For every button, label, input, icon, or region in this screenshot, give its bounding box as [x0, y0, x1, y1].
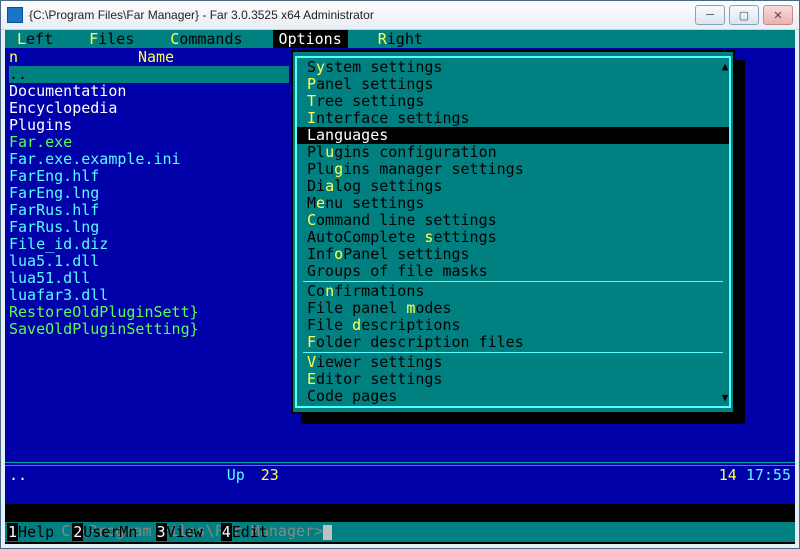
menu-item[interactable]: File panel modes: [297, 300, 729, 317]
file-row[interactable]: luafar3.dll: [9, 287, 289, 304]
current-item: ..: [9, 466, 33, 484]
file-row[interactable]: FarEng.hlf: [9, 168, 289, 185]
window-chrome: {C:\Program Files\Far Manager} - Far 3.0…: [0, 0, 800, 549]
menu-item[interactable]: Plugins configuration: [297, 144, 729, 161]
menu-item[interactable]: System settings: [297, 59, 729, 76]
menu-options[interactable]: Options: [273, 30, 348, 48]
file-row[interactable]: Documentation: [9, 83, 289, 100]
menu-left[interactable]: Left: [17, 30, 53, 48]
close-button[interactable]: ✕: [763, 5, 793, 25]
menu-item[interactable]: Plugins manager settings: [297, 161, 729, 178]
menu-item[interactable]: Editor settings: [297, 371, 729, 388]
command-line[interactable]: C:\Program Files\Far Manager>: [5, 504, 795, 522]
menu-item[interactable]: File descriptions: [297, 317, 729, 334]
panels: n Name ..DocumentationEncyclopediaPlugin…: [5, 48, 795, 504]
status-time: 17:55: [746, 466, 791, 484]
file-row[interactable]: ..: [9, 66, 289, 83]
menu-item[interactable]: Tree settings: [297, 93, 729, 110]
menu-item[interactable]: Languages: [297, 127, 729, 144]
file-row[interactable]: FarEng.lng: [9, 185, 289, 202]
app-icon: [7, 7, 23, 23]
menu-right[interactable]: Right: [378, 30, 423, 48]
column-headers: n Name: [9, 48, 289, 66]
up-value: 23: [249, 466, 279, 484]
summary-row: 5 724 331 bytes in 12 f: [5, 484, 795, 504]
fkey-2[interactable]: 2UserMn: [72, 523, 155, 541]
menu-item[interactable]: Code pages: [297, 388, 729, 405]
menu-item[interactable]: Panel settings: [297, 76, 729, 93]
titlebar[interactable]: {C:\Program Files\Far Manager} - Far 3.0…: [1, 1, 799, 30]
options-dropdown[interactable]: System settingsPanel settingsTree settin…: [291, 50, 735, 414]
menu-item[interactable]: Confirmations: [297, 283, 729, 300]
menu-item[interactable]: Interface settings: [297, 110, 729, 127]
summary-count: 12: [289, 502, 307, 504]
file-row[interactable]: Far.exe.example.ini: [9, 151, 289, 168]
dropdown-scrollbar[interactable]: ▲ ▼: [721, 60, 729, 404]
menu-commands[interactable]: Commands: [170, 30, 242, 48]
status-date: 14: [719, 466, 737, 484]
col-n: n: [9, 48, 23, 66]
fkey-4[interactable]: 4Edit: [221, 523, 286, 541]
menu-item[interactable]: InfoPanel settings: [297, 246, 729, 263]
menu-item[interactable]: Viewer settings: [297, 354, 729, 371]
left-panel[interactable]: n Name ..DocumentationEncyclopediaPlugin…: [5, 48, 289, 338]
status-row: .. Up 23 14 17:55: [9, 466, 791, 484]
file-row[interactable]: lua51.dll: [9, 270, 289, 287]
menu-item[interactable]: Menu settings: [297, 195, 729, 212]
cursor-icon: [323, 525, 332, 540]
file-row[interactable]: lua5.1.dll: [9, 253, 289, 270]
file-row[interactable]: SaveOldPluginSetting}: [9, 321, 289, 338]
col-name: Name: [23, 48, 289, 66]
menu-files[interactable]: Files: [89, 30, 134, 48]
file-row[interactable]: Far.exe: [9, 134, 289, 151]
menubar[interactable]: Left Files Commands Options Right: [5, 30, 795, 48]
scroll-down-icon[interactable]: ▼: [722, 391, 729, 404]
scroll-up-icon[interactable]: ▲: [722, 60, 729, 73]
menu-item[interactable]: AutoComplete settings: [297, 229, 729, 246]
file-row[interactable]: FarRus.lng: [9, 219, 289, 236]
menu-item[interactable]: Folder description files: [297, 334, 729, 351]
up-label: Up: [33, 466, 249, 484]
menu-item[interactable]: Dialog settings: [297, 178, 729, 195]
keybar[interactable]: 1Help 2UserMn 3View 4Edit: [5, 522, 795, 542]
menu-item[interactable]: Groups of file masks: [297, 263, 729, 280]
file-row[interactable]: FarRus.hlf: [9, 202, 289, 219]
minimize-button[interactable]: ─: [695, 5, 725, 25]
fkey-3[interactable]: 3View: [156, 523, 221, 541]
summary-bytes: 5 724 331: [117, 502, 198, 504]
file-row[interactable]: File_id.diz: [9, 236, 289, 253]
maximize-button[interactable]: ▢: [729, 5, 759, 25]
menu-item[interactable]: Command line settings: [297, 212, 729, 229]
file-list[interactable]: ..DocumentationEncyclopediaPluginsFar.ex…: [9, 66, 289, 338]
console-area: LeftFilesCommandsOptionsRight n Name ..D…: [5, 30, 795, 544]
file-row[interactable]: Encyclopedia: [9, 100, 289, 117]
window-title: {C:\Program Files\Far Manager} - Far 3.0…: [29, 8, 695, 22]
file-row[interactable]: RestoreOldPluginSett}: [9, 304, 289, 321]
fkey-1[interactable]: 1Help: [7, 523, 72, 541]
file-row[interactable]: Plugins: [9, 117, 289, 134]
